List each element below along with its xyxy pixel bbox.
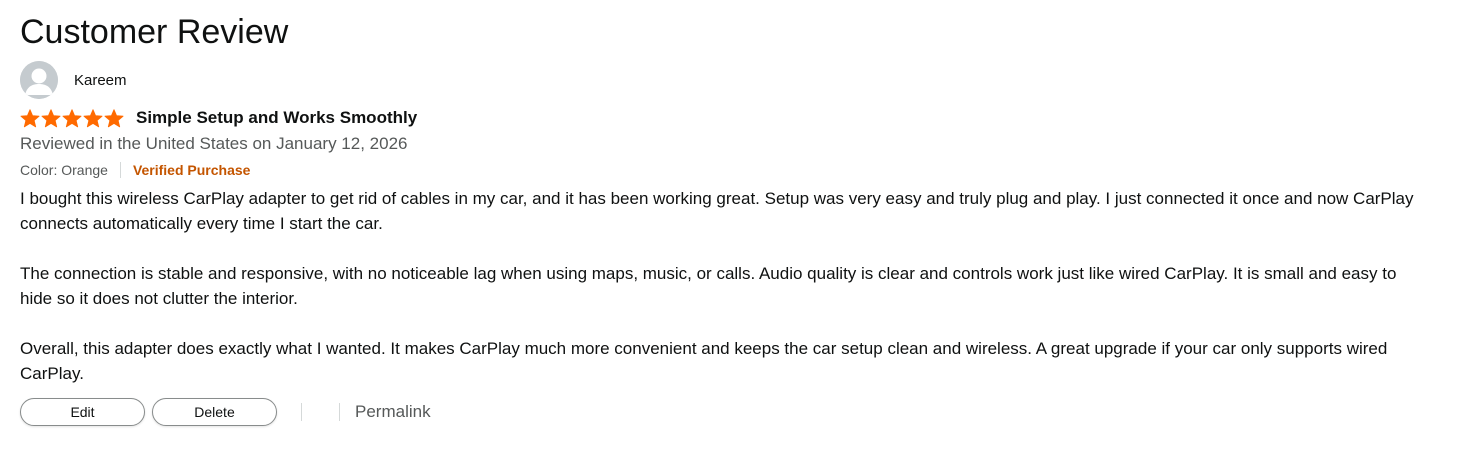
review-actions: Edit Delete Permalink <box>20 397 431 427</box>
action-divider <box>339 403 340 421</box>
star-rating[interactable] <box>20 108 124 128</box>
edit-button[interactable]: Edit <box>20 398 145 426</box>
user-silhouette-icon <box>20 61 58 99</box>
star-icon <box>41 108 61 127</box>
page-title: Customer Review <box>20 13 289 51</box>
review-title: Simple Setup and Works Smoothly <box>136 108 418 127</box>
delete-button[interactable]: Delete <box>152 398 277 426</box>
reviewer-name[interactable]: Kareem <box>74 72 127 89</box>
meta-divider <box>119 162 121 178</box>
star-icon <box>20 108 40 127</box>
review-meta: Color: Orange Verified Purchase <box>20 160 250 180</box>
reviewer-profile[interactable]: Kareem <box>20 61 127 99</box>
customer-review-page: Customer Review Kareem Simple Setup and … <box>0 0 1457 459</box>
review-body: I bought this wireless CarPlay adapter t… <box>20 186 1430 411</box>
permalink-link[interactable]: Permalink <box>355 402 431 422</box>
review-paragraph: The connection is stable and responsive,… <box>20 264 1397 308</box>
rating-row: Simple Setup and Works Smoothly <box>20 107 417 129</box>
action-divider <box>301 403 302 421</box>
star-icon <box>62 108 82 127</box>
color-option: Color: Orange <box>20 162 108 178</box>
star-icon <box>83 108 103 127</box>
review-paragraph: I bought this wireless CarPlay adapter t… <box>20 189 1414 233</box>
avatar[interactable] <box>20 61 58 99</box>
review-paragraph: Overall, this adapter does exactly what … <box>20 339 1388 383</box>
verified-purchase-badge: Verified Purchase <box>132 162 251 178</box>
review-date: Reviewed in the United States on January… <box>20 134 408 153</box>
star-icon <box>104 108 124 127</box>
